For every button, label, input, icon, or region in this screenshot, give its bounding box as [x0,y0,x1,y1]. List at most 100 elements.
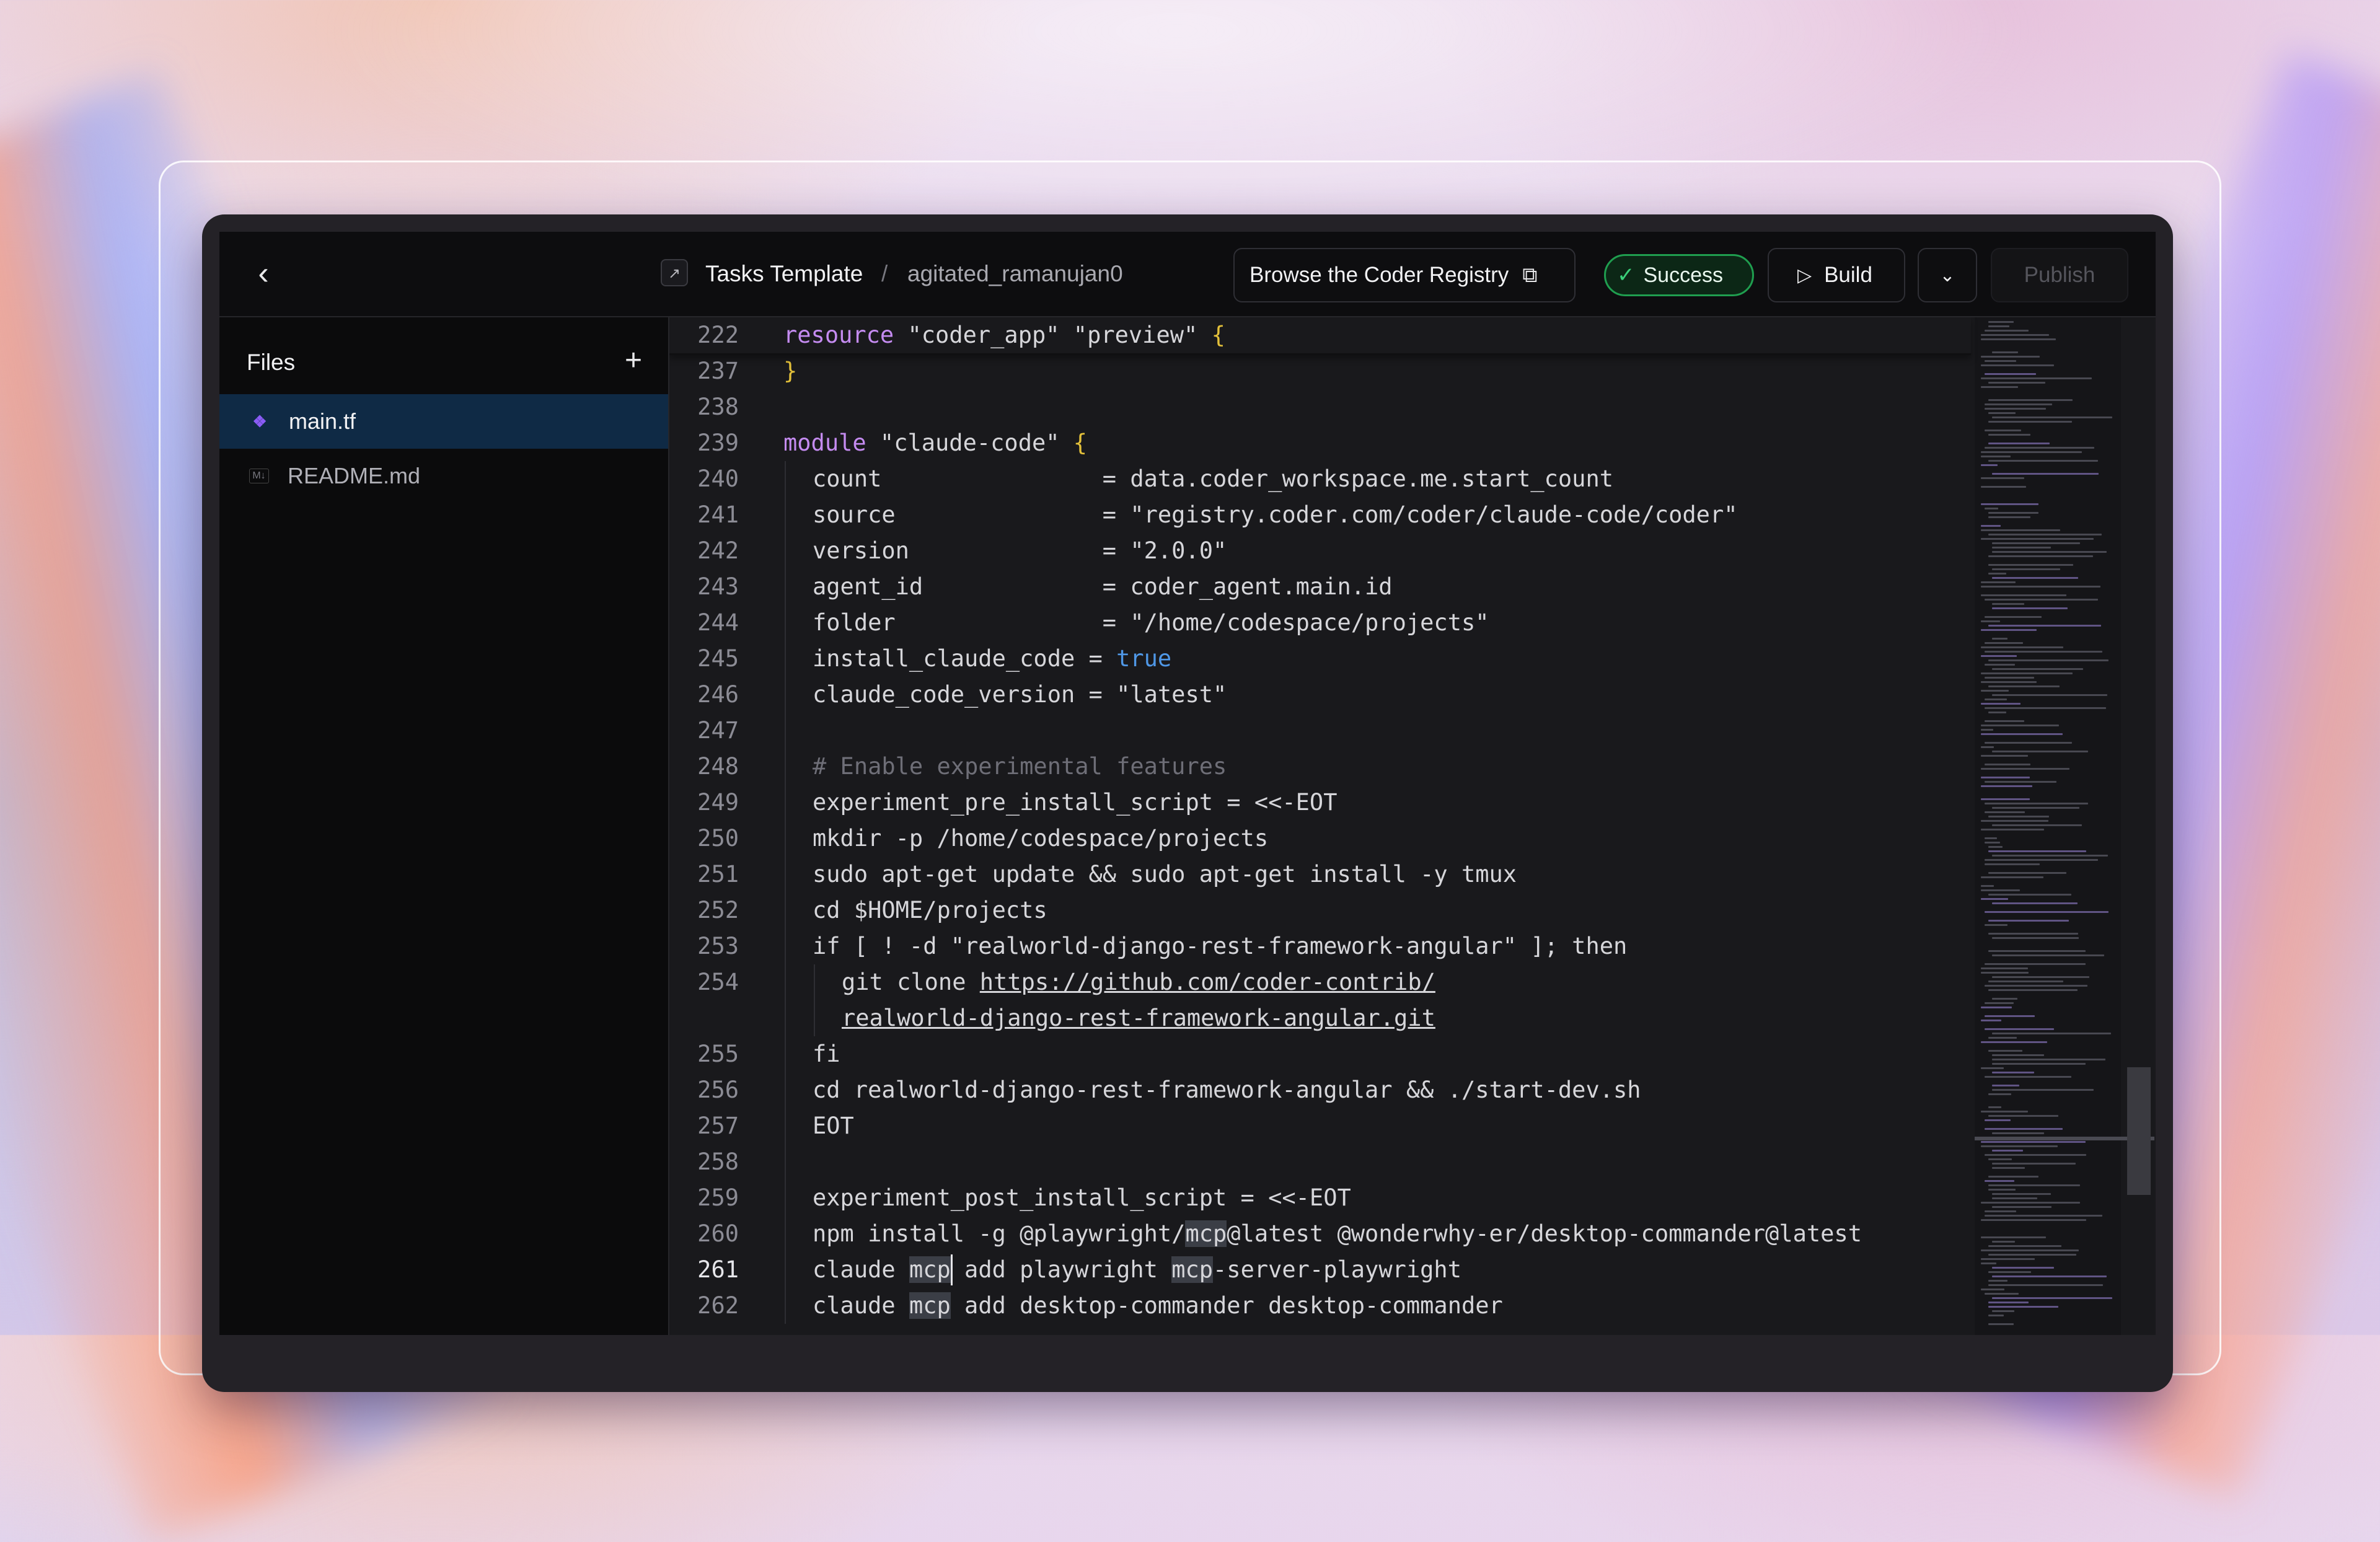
minimap-line [1992,1310,2015,1312]
sticky-scroll-header[interactable]: 222 resource "coder_app" "preview" { [669,317,1971,355]
indent-guide [785,928,786,964]
code-line[interactable]: 241 source = "registry.coder.com/coder/cl… [669,497,1971,533]
code-line[interactable]: 262 claude mcp add desktop-commander desk… [669,1288,1971,1324]
minimap[interactable] [1975,317,2121,1335]
code-line[interactable]: 247 [669,713,1971,749]
line-number: 247 [697,717,739,744]
indent-guide [785,857,786,892]
code-token: install_claude_code = [813,645,1117,672]
minimap-line [1992,1059,2106,1060]
external-link-icon: ⧉ [1522,263,1538,287]
browse-registry-button[interactable]: Browse the Coder Registry ⧉ [1233,248,1576,302]
code-line[interactable]: 250 mkdir -p /home/codespace/projects [669,821,1971,857]
minimap-line [1981,729,1994,731]
line-number: 240 [697,465,739,492]
code-line[interactable]: 257 EOT [669,1108,1971,1144]
text-cursor [951,1254,953,1285]
indent-guide [785,1288,786,1324]
code-token: sudo apt-get update && sudo apt-get inst… [813,861,1517,888]
code-text: npm install -g @playwright/mcp@latest @w… [813,1216,1862,1252]
minimap-line [1992,1054,2044,1056]
file-item-main-tf[interactable]: ❖ main.tf [219,394,668,449]
build-options-dropdown[interactable]: ⌄ [1918,248,1977,302]
minimap-line [1992,694,2108,696]
code-token: claude_code_version = [813,681,1117,708]
minimap-line [1981,646,2064,648]
code-line[interactable]: 261 claude mcp add playwright mcp-server-… [669,1252,1971,1288]
code-link[interactable]: https://github.com/coder-contrib/ [980,969,1435,995]
minimap-line [1992,1033,2111,1034]
publish-button[interactable]: Publish [1991,248,2128,302]
minimap-line [1981,629,2037,631]
minimap-line [1985,911,2109,913]
code-token: claude [813,1292,909,1319]
code-line[interactable]: 251 sudo apt-get update && sudo apt-get i… [669,857,1971,892]
back-button[interactable]: ‹ [248,257,279,289]
minimap-line [1981,620,2000,622]
minimap-line [1985,330,2029,332]
minimap-line [1992,1206,2052,1208]
minimap-line [1985,742,2072,744]
code-line[interactable]: 260 npm install -g @playwright/mcp@latest… [669,1216,1971,1252]
minimap-line [1992,976,2089,978]
file-item-readme[interactable]: M↓ README.md [219,449,668,503]
code-line[interactable]: 255 fi [669,1036,1971,1072]
code-token: experiment_pre_install_script = <<-EOT [813,789,1338,816]
minimap-line [1992,855,2109,857]
scrollbar-thumb[interactable] [2127,1067,2151,1195]
code-line[interactable]: 246 claude_code_version = "latest" [669,677,1971,713]
code-text: module "claude-code" { [783,425,1087,461]
minimap-line [1981,889,2021,891]
minimap-line [1985,698,2007,700]
line-number: 260 [697,1220,739,1247]
code-link[interactable]: realworld-django-rest-framework-angular.… [842,1005,1435,1031]
minimap-line [1992,668,2084,670]
plus-icon: + [624,344,643,377]
minimap-line [1981,798,2030,800]
minimap-line [1992,954,2104,956]
indent-guide [785,1108,786,1144]
minimap-line [1988,573,2007,575]
breadcrumb-workspace[interactable]: agitated_ramanujan0 [907,259,1123,289]
code-editor[interactable]: 222 resource "coder_app" "preview" { 237}… [669,317,2156,1335]
minimap-line [1985,677,2035,679]
minimap-line [1981,972,2029,974]
code-line[interactable]: 252 cd $HOME/projects [669,892,1971,928]
template-icon: ↗ [661,259,688,286]
code-line[interactable]: 239 module "claude-code" { [669,425,1971,461]
code-line[interactable]: 242 version = "2.0.0" [669,533,1971,569]
indent-guide [785,641,786,677]
code-line[interactable]: 253 if [ ! -d "realworld-django-rest-fram… [669,928,1971,964]
code-token: # Enable experimental features [813,753,1227,780]
code-token: { [1211,322,1225,348]
code-token: npm install -g @playwright/ [813,1220,1186,1247]
code-line[interactable]: 256 cd realworld-django-rest-framework-an… [669,1072,1971,1108]
code-line[interactable]: 258 [669,1144,1971,1180]
indent-guide [785,461,786,497]
code-line[interactable]: 237} [669,353,1971,389]
code-line[interactable]: 244 folder = "/home/codespace/projects" [669,605,1971,641]
minimap-line [1988,920,2069,922]
code-token: cd $HOME/projects [813,897,1047,923]
markdown-icon: M↓ [249,469,269,483]
breadcrumb-project[interactable]: Tasks Template [705,259,863,289]
line-number: 252 [697,897,739,923]
code-line[interactable]: 254 git clone https://github.com/coder-co… [669,964,1971,1000]
build-button[interactable]: ▷ Build [1768,248,1905,302]
minimap-line [1992,607,2068,609]
code-token: version = [813,537,1130,564]
code-line[interactable]: 240 count = data.coder_workspace.me.start… [669,461,1971,497]
add-file-button[interactable]: + [616,343,651,378]
code-line[interactable]: 249 experiment_pre_install_script = <<-EO… [669,785,1971,821]
code-line[interactable]: realworld-django-rest-framework-angular.… [669,1000,1971,1036]
code-line[interactable]: 248 # Enable experimental features [669,749,1971,785]
code-line[interactable]: 243 agent_id = coder_agent.main.id [669,569,1971,605]
minimap-line [1988,989,2078,991]
minimap-line [1988,564,2074,566]
minimap-line [1988,1106,2001,1108]
code-line[interactable]: 245 install_claude_code = true [669,641,1971,677]
indent-guide [785,605,786,641]
code-line[interactable]: 259 experiment_post_install_script = <<-E… [669,1180,1971,1216]
code-line[interactable]: 238 [669,389,1971,425]
build-label: Build [1824,263,1872,287]
